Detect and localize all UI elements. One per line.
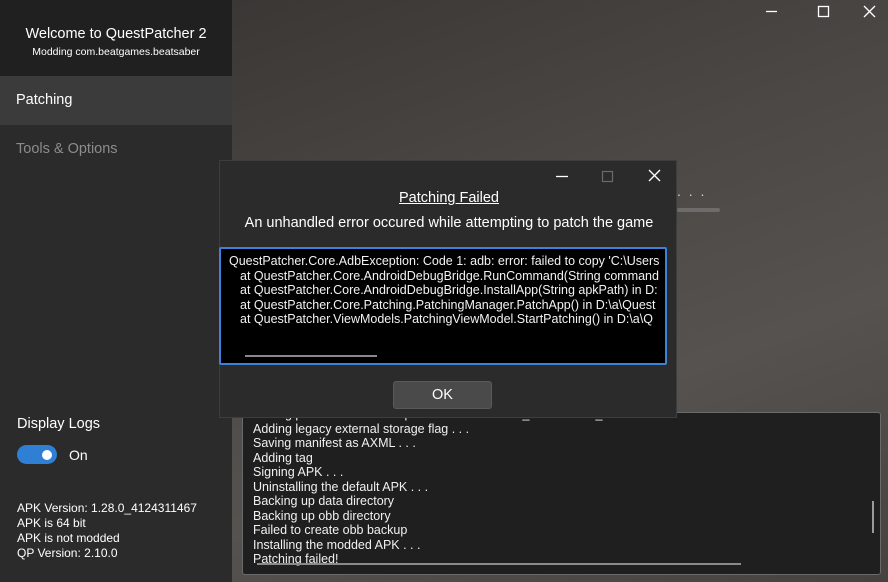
- sidebar-header: Welcome to QuestPatcher 2 Modding com.be…: [0, 0, 232, 76]
- log-line: Uninstalling the default APK . . .: [253, 479, 429, 494]
- dialog-title: Patching Failed: [399, 190, 499, 206]
- log-line: Adding tag: [253, 450, 313, 465]
- log-line: Saving manifest as AXML . . .: [253, 436, 416, 450]
- error-horizontal-scrollbar[interactable]: [245, 355, 377, 357]
- close-icon: [648, 169, 661, 182]
- sidebar: Welcome to QuestPatcher 2 Modding com.be…: [0, 0, 232, 582]
- log-line: Backing up data directory: [253, 494, 395, 508]
- error-line: QuestPatcher.Core.AdbException: Code 1: …: [229, 254, 660, 268]
- nav-item-patching[interactable]: Patching: [0, 76, 232, 125]
- progress-bar: [677, 208, 720, 212]
- window-close-button[interactable]: [846, 0, 888, 24]
- log-vertical-scrollbar[interactable]: [872, 501, 874, 533]
- window-minimize-button[interactable]: [748, 0, 794, 24]
- apk-mod-status-text: APK is not modded: [17, 531, 120, 545]
- patching-failed-dialog: Patching Failed An unhandled error occur…: [219, 160, 677, 418]
- display-logs-label: Display Logs: [17, 416, 101, 432]
- error-line: at QuestPatcher.ViewModels.PatchingViewM…: [240, 312, 653, 326]
- progress-text-fragment: . . .: [677, 183, 707, 199]
- log-line: Failed to create obb backup: [253, 523, 408, 537]
- apk-version-text: APK Version: 1.28.0_4124311467: [17, 501, 197, 515]
- nav-item-tools-options[interactable]: Tools & Options: [0, 125, 232, 174]
- toggle-state-label: On: [69, 447, 88, 463]
- log-panel[interactable]: Adding permission android.permission.MAN…: [242, 412, 881, 575]
- log-line: Backing up obb directory: [253, 508, 391, 523]
- error-line: at QuestPatcher.Core.AndroidDebugBridge.…: [240, 283, 658, 297]
- log-line: Signing APK . . .: [253, 465, 344, 479]
- error-details-box[interactable]: QuestPatcher.Core.AdbException: Code 1: …: [219, 247, 667, 365]
- qp-version-text: QP Version: 2.10.0: [17, 546, 118, 560]
- ok-button[interactable]: OK: [393, 381, 492, 409]
- log-line: Installing the modded APK . . .: [253, 537, 421, 552]
- log-lines: Adding permission android.permission.MAN…: [253, 413, 663, 567]
- error-line: at QuestPatcher.Core.Patching.PatchingMa…: [240, 297, 656, 312]
- maximize-icon: [817, 5, 830, 18]
- maximize-icon: [601, 170, 614, 183]
- dialog-maximize-button[interactable]: [594, 165, 622, 187]
- dialog-message: An unhandled error occured while attempt…: [244, 215, 654, 231]
- dialog-close-button[interactable]: [640, 165, 668, 187]
- log-line: Adding legacy external storage flag . . …: [253, 421, 470, 436]
- apk-bitness-text: APK is 64 bit: [17, 516, 86, 530]
- error-details-text: QuestPatcher.Core.AdbException: Code 1: …: [229, 254, 659, 327]
- error-line: at QuestPatcher.Core.AndroidDebugBridge.…: [240, 268, 659, 283]
- dialog-minimize-button[interactable]: [548, 165, 576, 187]
- app-title: Welcome to QuestPatcher 2: [25, 26, 207, 42]
- close-icon: [863, 5, 876, 18]
- app-subtitle: Modding com.beatgames.beatsaber: [32, 46, 200, 58]
- minimize-icon: [766, 10, 777, 13]
- minimize-icon: [556, 175, 568, 178]
- window-maximize-button[interactable]: [800, 0, 846, 24]
- toggle-knob: [42, 449, 52, 460]
- display-logs-toggle[interactable]: [17, 445, 57, 464]
- log-horizontal-scrollbar[interactable]: [257, 563, 741, 565]
